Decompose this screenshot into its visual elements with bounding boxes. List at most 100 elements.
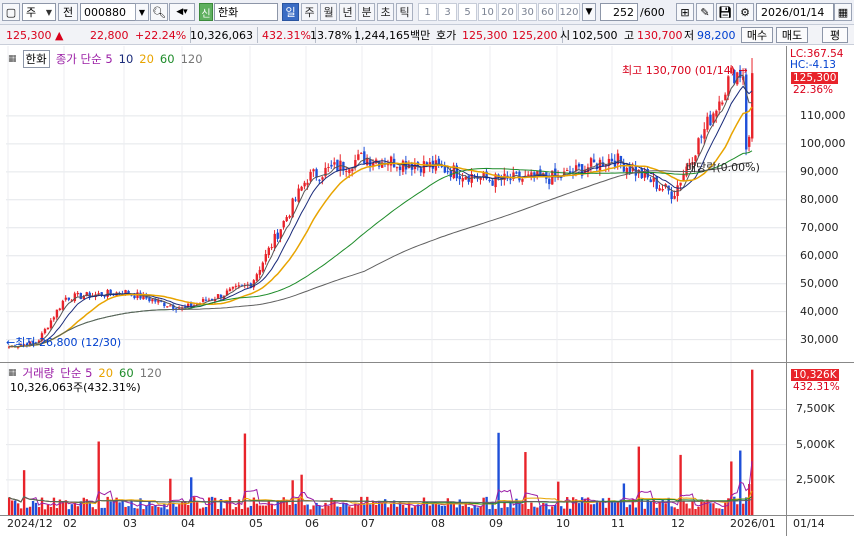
candle-body xyxy=(67,297,71,300)
candle-body xyxy=(61,300,65,310)
x-axis-label: 07 xyxy=(361,517,375,530)
volume-bar xyxy=(190,477,193,515)
volume-bar xyxy=(437,504,441,515)
price-legend: ▦ 한화 종가 단순 5 10 20 60 120 xyxy=(8,50,203,68)
volume-bar xyxy=(479,506,482,515)
candle-body xyxy=(598,159,602,172)
legend-ma-60[interactable]: 60 xyxy=(160,52,175,66)
volume-bar xyxy=(97,441,100,515)
volume-bar xyxy=(210,496,214,515)
candle-body xyxy=(255,274,259,281)
volume-bar xyxy=(628,504,632,515)
candle-body xyxy=(294,199,297,201)
volume-bar xyxy=(106,496,109,515)
chart-canvas[interactable] xyxy=(0,0,854,539)
candle-body xyxy=(273,233,276,248)
volume-bar xyxy=(506,507,509,515)
candle-body xyxy=(297,188,300,202)
volume-bar xyxy=(673,507,676,515)
volume-moving-averages xyxy=(8,461,753,508)
volume-bar xyxy=(664,503,667,515)
volume-bar xyxy=(595,500,599,515)
x-axis-label: 2026/01 xyxy=(730,517,776,530)
candle-body xyxy=(345,170,348,172)
volume-bar xyxy=(637,446,641,515)
volume-bar xyxy=(679,454,682,515)
candle-body xyxy=(551,170,554,185)
candle-body xyxy=(351,169,354,172)
volume-bar xyxy=(443,505,447,515)
legend-ma-10[interactable]: 10 xyxy=(119,52,134,66)
volume-bar xyxy=(145,505,148,515)
candle-body xyxy=(46,327,50,330)
volume-bar xyxy=(524,452,527,515)
legend-ma-label[interactable]: 종가 단순 5 xyxy=(56,51,113,67)
volume-ma-120[interactable]: 120 xyxy=(140,366,162,380)
volume-bar xyxy=(49,506,53,515)
current-price-tag: 125,300 xyxy=(791,72,839,84)
dividend-annotation: 배당락(0.00%) xyxy=(686,161,760,174)
legend-ma-20[interactable]: 20 xyxy=(139,52,154,66)
legend-grip-icon[interactable]: ▦ xyxy=(8,54,17,64)
low-note-text: 최저 26,800 (12/30) xyxy=(15,336,122,349)
volume-bar xyxy=(381,502,384,515)
volume-bar xyxy=(712,503,715,515)
volume-bar xyxy=(691,501,694,515)
volume-bar xyxy=(625,507,629,515)
volume-bar xyxy=(327,505,330,515)
volume-bar xyxy=(560,506,563,515)
volume-bar xyxy=(8,497,11,515)
volume-bar xyxy=(598,501,602,515)
volume-bar xyxy=(213,497,217,515)
panel-divider[interactable] xyxy=(0,362,854,363)
volume-ma-60[interactable]: 60 xyxy=(119,366,134,380)
x-axis-right-label: 01/14 xyxy=(793,517,825,530)
volume-bar xyxy=(187,504,190,515)
candle-body xyxy=(163,302,166,307)
candle-body xyxy=(309,171,312,181)
x-axis-label: 10 xyxy=(556,517,570,530)
price-tick-label: 90,000 xyxy=(800,164,839,178)
volume-bar xyxy=(37,507,41,515)
x-axis-label: 06 xyxy=(305,517,319,530)
candle-body xyxy=(318,179,321,181)
candle-body xyxy=(718,101,721,111)
volume-bar xyxy=(670,506,673,515)
volume-bar xyxy=(706,499,709,515)
candle-body xyxy=(231,286,235,289)
volume-bar xyxy=(667,497,670,515)
high-note-text: 최고 130,700 (01/14) xyxy=(622,64,736,77)
x-axis-label: 2024/12 xyxy=(7,517,53,530)
legend-ma-120[interactable]: 120 xyxy=(181,52,203,66)
x-axis-label: 08 xyxy=(431,517,445,530)
candle-body xyxy=(589,158,593,167)
volume-bar xyxy=(500,507,503,515)
volume-bar xyxy=(100,507,103,515)
candle-body xyxy=(327,166,330,168)
candle-body xyxy=(357,154,360,160)
volume-bar xyxy=(234,507,238,515)
x-axis-label: 11 xyxy=(611,517,625,530)
candle-body xyxy=(348,169,351,173)
volume-bar xyxy=(28,506,32,515)
candle-body xyxy=(360,153,363,155)
volume-bar xyxy=(261,505,265,515)
candle-body xyxy=(658,188,661,191)
volume-grip-icon[interactable]: ▦ xyxy=(8,368,17,378)
volume-bar xyxy=(157,506,160,515)
legend-stock-name[interactable]: 한화 xyxy=(22,50,50,68)
volume-bar xyxy=(428,505,432,515)
volume-bar xyxy=(592,504,596,515)
volume-bar xyxy=(730,461,733,515)
price-tick-label: 100,000 xyxy=(800,136,846,150)
volume-bar xyxy=(178,504,181,515)
candle-body xyxy=(148,297,151,302)
candle-body xyxy=(655,176,658,189)
volume-bar xyxy=(204,506,208,515)
candle-body xyxy=(748,136,751,147)
candle-body xyxy=(55,309,59,318)
volume-ma-20[interactable]: 20 xyxy=(98,366,113,380)
candle-body xyxy=(628,166,632,173)
candle-body xyxy=(366,158,369,166)
volume-bar xyxy=(586,497,590,515)
